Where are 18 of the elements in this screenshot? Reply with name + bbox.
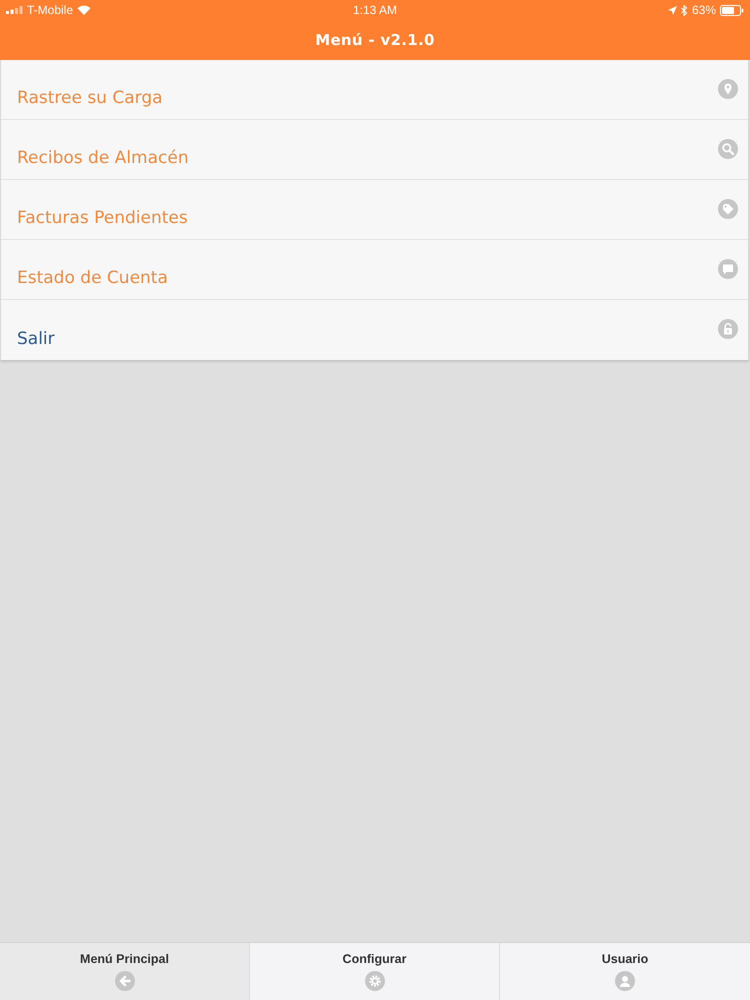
tag-icon [718, 199, 738, 219]
signal-icon [6, 6, 23, 14]
battery-icon [720, 4, 744, 16]
padlock-icon [718, 319, 738, 339]
settings-icon [364, 971, 384, 991]
status-time: 1:13 AM [352, 3, 398, 17]
speech-bubble-icon [718, 259, 738, 279]
wifi-icon [77, 5, 92, 15]
user-icon [615, 971, 635, 991]
carrier-name: T-Mobile [27, 3, 74, 17]
bluetooth-icon [680, 4, 688, 16]
menu-item[interactable]: Salir [1, 300, 748, 360]
search-icon [718, 139, 738, 159]
map-pin-icon [718, 79, 738, 99]
battery-percent: 63% [692, 3, 716, 17]
page-title: Menú - v2.1.0 [315, 31, 435, 49]
location-arrow-icon [668, 6, 677, 14]
tab-button[interactable]: Menú Principal [0, 943, 250, 1000]
